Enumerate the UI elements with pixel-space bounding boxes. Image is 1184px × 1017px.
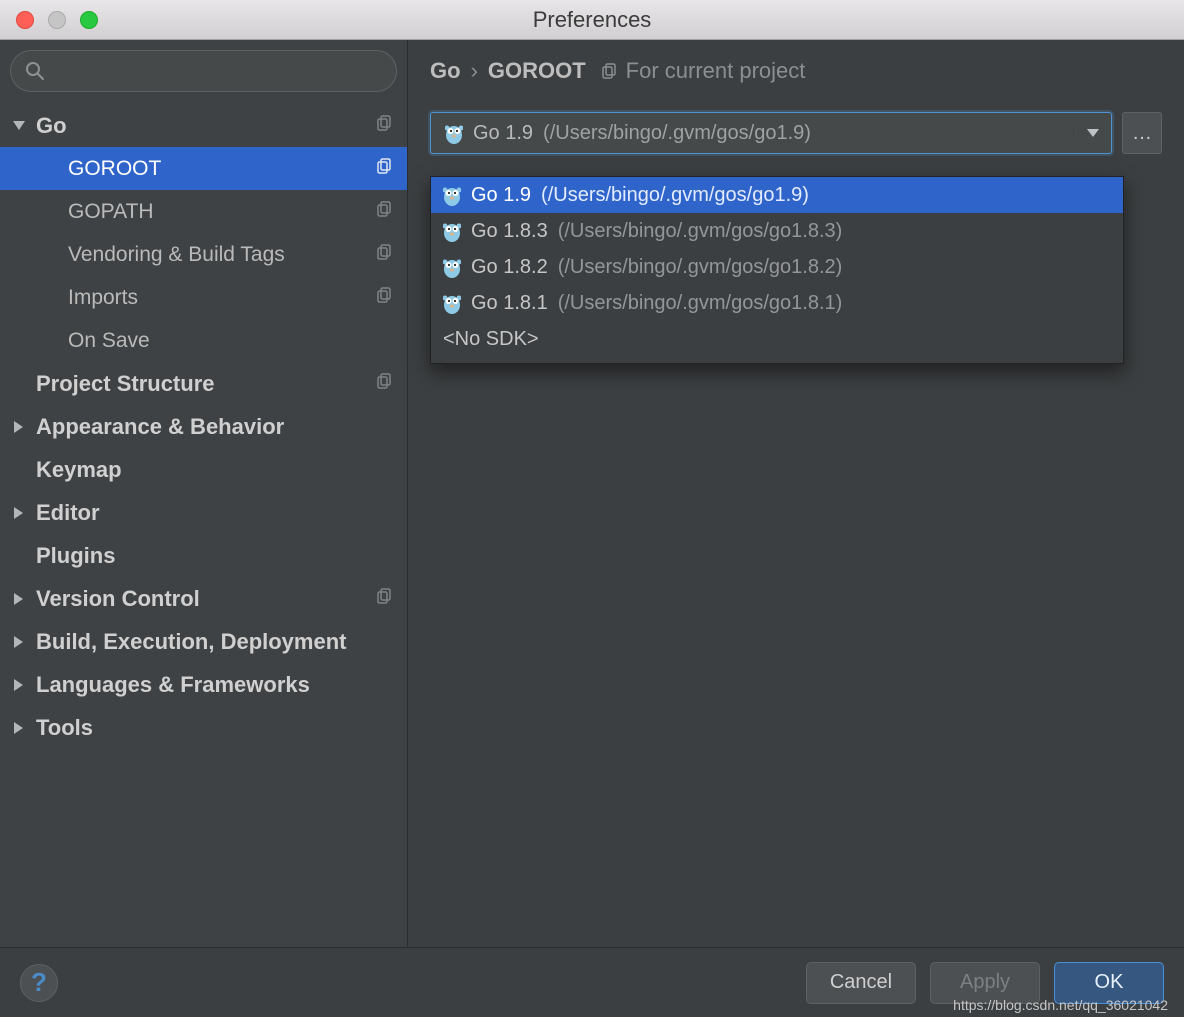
watermark: https://blog.csdn.net/qq_36021042	[953, 997, 1168, 1013]
sidebar-item-editor[interactable]: Editor	[0, 491, 407, 534]
sidebar-item-imports[interactable]: Imports	[0, 276, 407, 319]
sdk-option[interactable]: Go 1.8.1 (/Users/bingo/.gvm/gos/go1.8.1)	[431, 285, 1123, 321]
chevron-right-icon	[12, 635, 26, 649]
sidebar-search[interactable]	[10, 50, 397, 92]
combo-selected-path: (/Users/bingo/.gvm/gos/go1.9)	[543, 122, 811, 145]
sdk-option-name: Go 1.8.3	[471, 220, 548, 243]
sidebar-item-goroot[interactable]: GOROOT	[0, 147, 407, 190]
sdk-option-path: (/Users/bingo/.gvm/gos/go1.8.1)	[558, 292, 843, 315]
project-scope-icon	[377, 114, 393, 138]
settings-sidebar: Go GOROOT GOPATH Vendoring & Build Tags Impo…	[0, 40, 408, 947]
project-scope-icon	[377, 200, 393, 224]
sdk-option-name: Go 1.8.1	[471, 292, 548, 315]
sidebar-item-on-save[interactable]: On Save	[0, 319, 407, 362]
sidebar-item-tools[interactable]: Tools	[0, 706, 407, 749]
chevron-right-icon	[12, 592, 26, 606]
gopher-icon	[443, 292, 461, 314]
sdk-option-none[interactable]: <No SDK>	[431, 321, 1123, 357]
project-scope-icon	[377, 286, 393, 310]
chevron-right-icon	[12, 506, 26, 520]
gopher-icon	[443, 184, 461, 206]
ellipsis-icon: …	[1132, 122, 1152, 145]
sidebar-item-label: Vendoring & Build Tags	[68, 243, 377, 267]
sidebar-item-gopath[interactable]: GOPATH	[0, 190, 407, 233]
help-button[interactable]: ?	[20, 964, 58, 1002]
project-scope-icon	[377, 243, 393, 267]
sidebar-item-label: On Save	[68, 329, 393, 353]
sidebar-item-label: GOPATH	[68, 200, 377, 224]
sidebar-item-label: GOROOT	[68, 157, 377, 181]
sidebar-item-project-structure[interactable]: Project Structure	[0, 362, 407, 405]
project-scope-icon	[602, 63, 618, 79]
settings-content: Go › GOROOT For current project Go 1.9 (…	[408, 40, 1184, 947]
breadcrumb-root: Go	[430, 58, 461, 84]
sidebar-item-label: Go	[36, 113, 377, 139]
settings-tree: Go GOROOT GOPATH Vendoring & Build Tags Impo…	[0, 100, 407, 947]
project-scope-icon	[377, 587, 393, 611]
project-scope-icon	[377, 372, 393, 396]
sidebar-item-build-execution-deployment[interactable]: Build, Execution, Deployment	[0, 620, 407, 663]
sidebar-item-label: Project Structure	[36, 371, 377, 397]
sdk-option-name: Go 1.8.2	[471, 256, 548, 279]
chevron-down-icon	[1087, 129, 1099, 137]
gopher-icon	[445, 122, 463, 144]
cancel-button[interactable]: Cancel	[806, 962, 916, 1004]
arrow-placeholder	[12, 377, 26, 391]
sidebar-item-label: Languages & Frameworks	[36, 672, 393, 698]
breadcrumb-sep-icon: ›	[471, 58, 478, 84]
arrow-placeholder	[12, 463, 26, 477]
breadcrumb: Go › GOROOT For current project	[430, 58, 1162, 84]
breadcrumb-page: GOROOT	[488, 58, 586, 84]
sidebar-item-vendoring-build-tags[interactable]: Vendoring & Build Tags	[0, 233, 407, 276]
sdk-option[interactable]: Go 1.8.3 (/Users/bingo/.gvm/gos/go1.8.3)	[431, 213, 1123, 249]
sidebar-item-label: Imports	[68, 286, 377, 310]
sidebar-item-version-control[interactable]: Version Control	[0, 577, 407, 620]
sidebar-search-input[interactable]	[53, 60, 382, 83]
combo-caret[interactable]	[1073, 129, 1111, 137]
chevron-down-icon	[12, 119, 26, 133]
sdk-dropdown-list: Go 1.9(/Users/bingo/.gvm/gos/go1.9)Go 1.…	[430, 176, 1124, 364]
chevron-right-icon	[12, 420, 26, 434]
sdk-option[interactable]: Go 1.8.2 (/Users/bingo/.gvm/gos/go1.8.2)	[431, 249, 1123, 285]
sdk-option-name: <No SDK>	[443, 328, 539, 351]
window-title: Preferences	[0, 7, 1184, 33]
sidebar-item-keymap[interactable]: Keymap	[0, 448, 407, 491]
sidebar-item-go[interactable]: Go	[0, 104, 407, 147]
scope-label: For current project	[626, 58, 806, 84]
sidebar-item-label: Plugins	[36, 543, 393, 569]
combo-selected-name: Go 1.9	[473, 122, 533, 145]
gopher-icon	[443, 220, 461, 242]
sdk-option-name: Go 1.9	[471, 184, 531, 207]
sidebar-item-label: Keymap	[36, 457, 393, 483]
chevron-right-icon	[12, 721, 26, 735]
scope-indicator: For current project	[602, 58, 806, 84]
sidebar-item-label: Version Control	[36, 586, 377, 612]
arrow-placeholder	[12, 549, 26, 563]
sidebar-item-appearance-behavior[interactable]: Appearance & Behavior	[0, 405, 407, 448]
project-scope-icon	[377, 157, 393, 181]
gopher-icon	[443, 256, 461, 278]
sidebar-item-plugins[interactable]: Plugins	[0, 534, 407, 577]
sidebar-item-label: Editor	[36, 500, 393, 526]
sdk-option-path: (/Users/bingo/.gvm/gos/go1.8.3)	[558, 220, 843, 243]
chevron-right-icon	[12, 678, 26, 692]
goroot-sdk-combobox[interactable]: Go 1.9 (/Users/bingo/.gvm/gos/go1.9)	[430, 112, 1112, 154]
sidebar-item-label: Appearance & Behavior	[36, 414, 393, 440]
sdk-option-path: (/Users/bingo/.gvm/gos/go1.9)	[541, 184, 809, 207]
sidebar-item-languages-frameworks[interactable]: Languages & Frameworks	[0, 663, 407, 706]
search-icon	[25, 61, 45, 81]
sdk-option[interactable]: Go 1.9 (/Users/bingo/.gvm/gos/go1.9)	[431, 177, 1123, 213]
sidebar-item-label: Tools	[36, 715, 393, 741]
sidebar-item-label: Build, Execution, Deployment	[36, 629, 393, 655]
titlebar: Preferences	[0, 0, 1184, 40]
browse-sdk-button[interactable]: …	[1122, 112, 1162, 154]
sdk-option-path: (/Users/bingo/.gvm/gos/go1.8.2)	[558, 256, 843, 279]
